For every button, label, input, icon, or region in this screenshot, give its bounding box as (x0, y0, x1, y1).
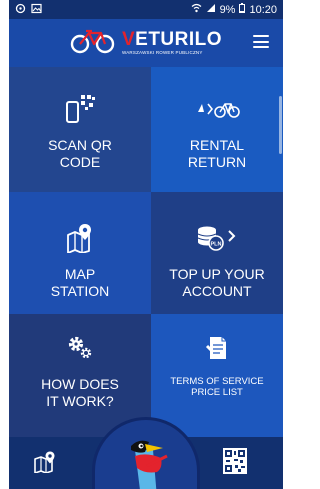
terms-price-list-label: TERMS OF SERVICE PRICE LIST (170, 376, 264, 398)
scan-qr-code-label: SCAN QR CODE (48, 136, 112, 170)
bike-arrow-icon (194, 89, 240, 129)
logo-name: VETURILO (121, 29, 223, 51)
logo-initial: V (121, 29, 136, 51)
hamburger-menu-icon[interactable] (253, 35, 269, 48)
rental-return-tile[interactable]: RENTAL RETURN (151, 67, 283, 192)
battery-percent: 9% (219, 3, 236, 16)
menu-grid: SCAN QR CODE RENTAL RETURN MAP STATION P… (9, 67, 283, 437)
app-header: VETURILO WARSZAWSKI ROWER PUBLICZNY (9, 19, 283, 67)
menu-line (253, 40, 269, 43)
document-edit-icon (204, 328, 230, 368)
logo-text: VETURILO WARSZAWSKI ROWER PUBLICZNY (122, 30, 222, 56)
signal-icon (206, 3, 216, 16)
coins-pln-icon: PLN (195, 218, 239, 258)
mascot-icon (117, 428, 177, 489)
map-pin-icon[interactable] (33, 451, 57, 478)
app-screen: 9% 10:20 VETURILO WARSZAWSKI ROWER PUBLI… (9, 0, 283, 489)
sync-icon (15, 3, 26, 17)
map-pin-icon (66, 218, 94, 258)
image-icon (31, 3, 42, 17)
terms-price-list-tile[interactable]: TERMS OF SERVICE PRICE LIST (151, 314, 283, 437)
wifi-icon (191, 3, 202, 16)
scan-qr-code-tile[interactable]: SCAN QR CODE (9, 67, 151, 192)
map-station-tile[interactable]: MAP STATION (9, 192, 151, 314)
menu-line (253, 46, 269, 48)
top-up-account-tile[interactable]: PLN TOP UP YOUR ACCOUNT (151, 192, 283, 314)
battery-icon (239, 3, 246, 16)
qr-code-icon[interactable] (223, 448, 247, 479)
veturilo-logo: VETURILO WARSZAWSKI ROWER PUBLICZNY (70, 28, 222, 59)
bike-logo-icon (70, 28, 116, 59)
menu-line (253, 35, 269, 37)
status-left (15, 3, 42, 17)
how-does-it-work-label: HOW DOES IT WORK? (41, 376, 119, 409)
status-time: 10:20 (249, 3, 277, 16)
logo-subtitle: WARSZAWSKI ROWER PUBLICZNY (121, 50, 203, 56)
status-right: 9% 10:20 (191, 3, 277, 16)
scrollbar[interactable] (279, 96, 282, 154)
top-up-account-label: TOP UP YOUR ACCOUNT (169, 266, 265, 299)
gears-icon (65, 328, 95, 368)
phone-qr-icon (64, 89, 96, 129)
svg-text:PLN: PLN (211, 242, 222, 248)
map-station-label: MAP STATION (50, 266, 110, 299)
status-bar: 9% 10:20 (9, 0, 283, 19)
rental-return-label: RENTAL RETURN (187, 136, 247, 170)
